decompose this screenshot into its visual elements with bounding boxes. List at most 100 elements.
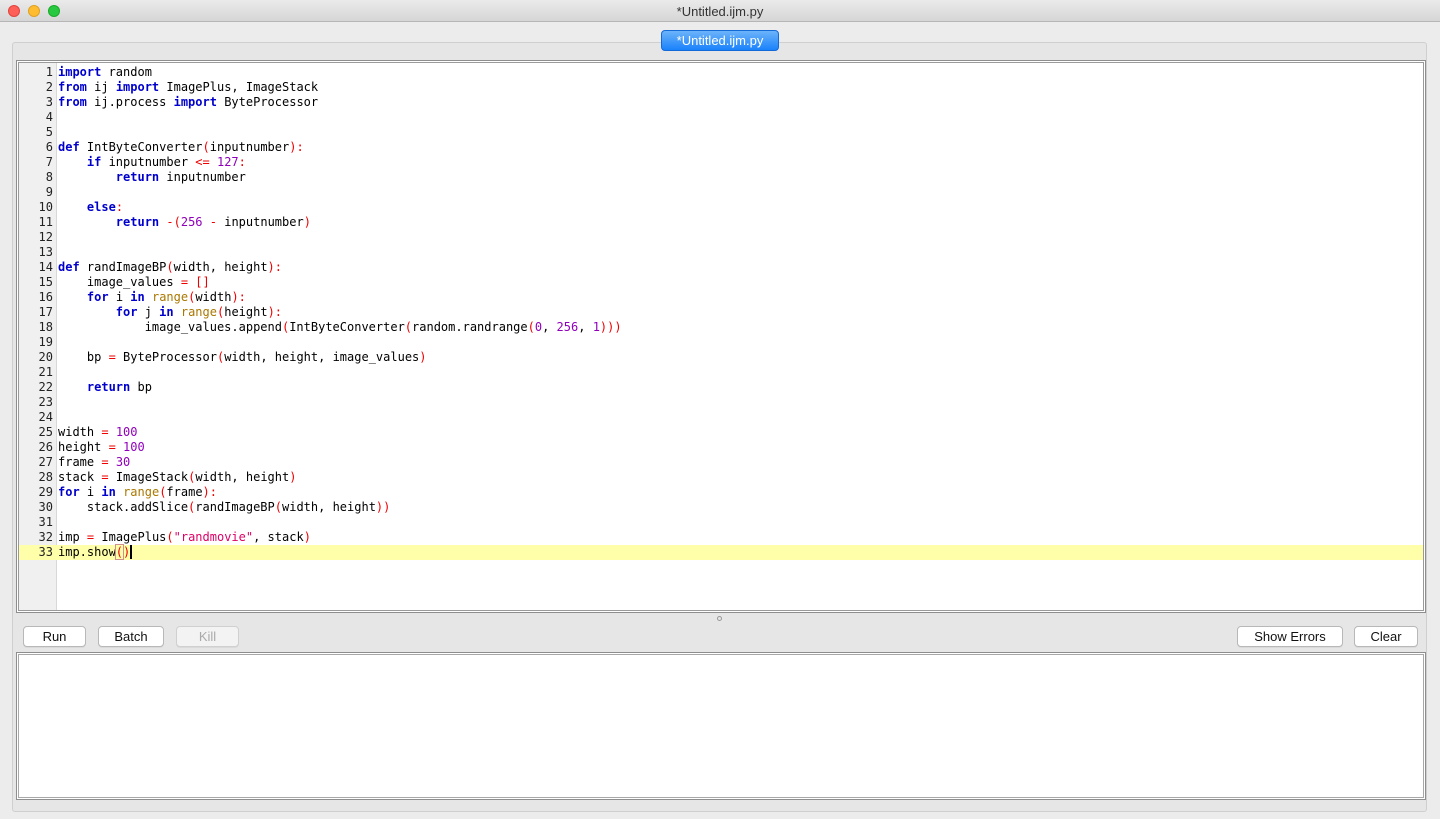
code-token: randImageBP	[195, 500, 275, 514]
code-text[interactable]: image_values.append(IntByteConverter(ran…	[58, 320, 622, 335]
code-line[interactable]: 7 if inputnumber <= 127:	[19, 155, 1423, 170]
code-line[interactable]: 9	[19, 185, 1423, 200]
kill-button[interactable]: Kill	[176, 626, 239, 647]
code-token: from	[58, 80, 87, 94]
code-token: (	[404, 320, 413, 334]
code-token: 256	[180, 215, 203, 229]
show-errors-button[interactable]: Show Errors	[1237, 626, 1343, 647]
tab-untitled[interactable]: *Untitled.ijm.py	[661, 30, 779, 51]
code-line[interactable]: 17 for j in range(height):	[19, 305, 1423, 320]
output-console[interactable]	[18, 654, 1424, 798]
line-number: 1	[45, 65, 53, 79]
code-line[interactable]: 33 imp.show()	[19, 544, 1423, 560]
code-line[interactable]: 32 imp = ImagePlus("randmovie", stack)	[19, 530, 1423, 545]
code-token: frame	[166, 485, 203, 499]
code-token: else	[86, 200, 116, 214]
code-line[interactable]: 21	[19, 365, 1423, 380]
code-token: height	[58, 440, 109, 454]
code-text[interactable]: width = 100	[58, 425, 138, 440]
code-token: range	[180, 305, 217, 319]
code-line[interactable]: 6 def IntByteConverter(inputnumber):	[19, 140, 1423, 155]
code-text[interactable]: for i in range(width):	[58, 290, 246, 305]
code-text[interactable]: def IntByteConverter(inputnumber):	[58, 140, 304, 155]
code-line[interactable]: 19	[19, 335, 1423, 350]
splitter[interactable]	[16, 613, 1426, 623]
code-text[interactable]: stack = ImageStack(width, height)	[58, 470, 296, 485]
code-line[interactable]: 24	[19, 410, 1423, 425]
code-text[interactable]: imp = ImagePlus("randmovie", stack)	[58, 530, 311, 545]
code-token: return	[115, 215, 160, 229]
code-token: 127	[216, 155, 239, 169]
code-text[interactable]: for j in range(height):	[58, 305, 282, 320]
run-button[interactable]: Run	[23, 626, 86, 647]
code-line[interactable]: 11 return -(256 - inputnumber)	[19, 215, 1423, 230]
code-text[interactable]: height = 100	[58, 440, 145, 455]
line-number: 30	[38, 500, 53, 514]
code-line[interactable]: 2 from ij import ImagePlus, ImageStack	[19, 80, 1423, 95]
window-title: *Untitled.ijm.py	[676, 4, 764, 19]
code-line[interactable]: 25 width = 100	[19, 425, 1423, 440]
code-line[interactable]: 30 stack.addSlice(randImageBP(width, hei…	[19, 500, 1423, 515]
code-text[interactable]: from ij.process import ByteProcessor	[58, 95, 318, 110]
code-token: 1	[592, 320, 600, 334]
code-line[interactable]: 10 else:	[19, 200, 1423, 215]
code-text[interactable]: import random	[58, 65, 152, 80]
code-token: )	[289, 470, 297, 484]
code-token: )	[123, 545, 131, 559]
line-number: 4	[45, 110, 53, 124]
code-text[interactable]: frame = 30	[58, 455, 130, 470]
code-text[interactable]: return bp	[58, 380, 152, 395]
code-line[interactable]: 1 import random	[19, 65, 1423, 80]
code-token: for	[58, 485, 80, 499]
code-token: 100	[115, 425, 138, 439]
code-line[interactable]: 5	[19, 125, 1423, 140]
code-token: ImageStack	[108, 470, 189, 484]
code-text[interactable]: else:	[58, 200, 123, 215]
code-line[interactable]: 23	[19, 395, 1423, 410]
code-text[interactable]: imp.show()	[58, 544, 133, 560]
splitter-handle-icon[interactable]	[717, 616, 722, 621]
code-line[interactable]: 13	[19, 245, 1423, 260]
line-number: 6	[45, 140, 53, 154]
code-text[interactable]: bp = ByteProcessor(width, height, image_…	[58, 350, 427, 365]
code-line[interactable]: 15 image_values = []	[19, 275, 1423, 290]
line-number: 29	[38, 485, 53, 499]
code-text[interactable]: if inputnumber <= 127:	[58, 155, 246, 170]
code-line[interactable]: 22 return bp	[19, 380, 1423, 395]
code-token: =	[101, 470, 109, 484]
code-line[interactable]: 27 frame = 30	[19, 455, 1423, 470]
code-text[interactable]: for i in range(frame):	[58, 485, 217, 500]
code-line[interactable]: 28 stack = ImageStack(width, height)	[19, 470, 1423, 485]
code-text[interactable]: def randImageBP(width, height):	[58, 260, 282, 275]
clear-button[interactable]: Clear	[1354, 626, 1418, 647]
code-token: ):	[231, 290, 246, 304]
code-text[interactable]: stack.addSlice(randImageBP(width, height…	[58, 500, 390, 515]
code-editor[interactable]: 1 import random 2 from ij import ImagePlus,…	[18, 62, 1424, 611]
code-text[interactable]: return inputnumber	[58, 170, 246, 185]
code-line[interactable]: 8 return inputnumber	[19, 170, 1423, 185]
batch-button[interactable]: Batch	[98, 626, 164, 647]
code-token: stack	[58, 470, 102, 484]
code-line[interactable]: 14 def randImageBP(width, height):	[19, 260, 1423, 275]
line-number: 21	[38, 365, 53, 379]
code-line[interactable]: 26 height = 100	[19, 440, 1423, 455]
code-token: []	[195, 275, 210, 289]
code-line[interactable]: 4	[19, 110, 1423, 125]
code-line[interactable]: 31	[19, 515, 1423, 530]
code-line[interactable]: 20 bp = ByteProcessor(width, height, ima…	[19, 350, 1423, 365]
code-line[interactable]: 29 for i in range(frame):	[19, 485, 1423, 500]
line-number: 7	[45, 155, 53, 169]
code-token: frame	[58, 455, 102, 469]
code-line[interactable]: 18 image_values.append(IntByteConverter(…	[19, 320, 1423, 335]
code-text[interactable]: image_values = []	[58, 275, 210, 290]
code-line[interactable]: 12	[19, 230, 1423, 245]
code-text[interactable]: from ij import ImagePlus, ImageStack	[58, 80, 318, 95]
code-line[interactable]: 16 for i in range(width):	[19, 290, 1423, 305]
code-token: =	[108, 350, 116, 364]
code-text[interactable]: return -(256 - inputnumber)	[58, 215, 311, 230]
code-lines[interactable]: 1 import random 2 from ij import ImagePlus,…	[19, 65, 1423, 560]
code-line[interactable]: 3 from ij.process import ByteProcessor	[19, 95, 1423, 110]
